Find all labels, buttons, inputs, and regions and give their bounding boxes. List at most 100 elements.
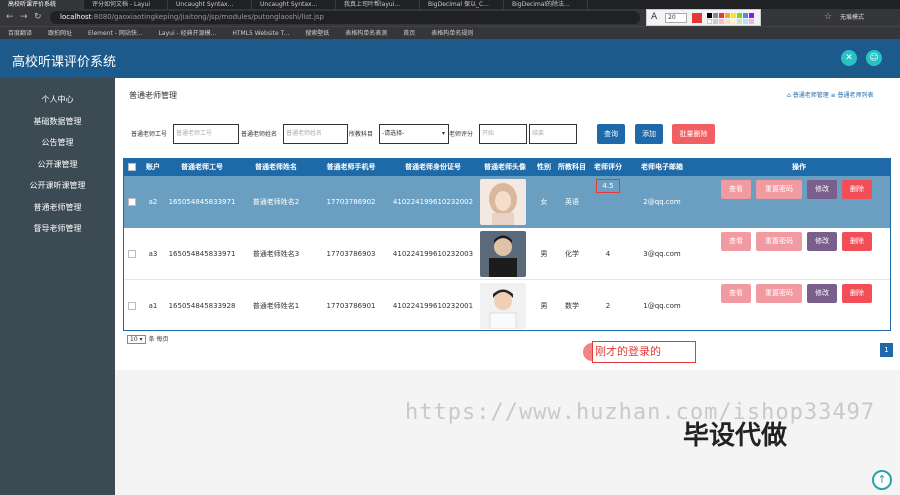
cell-subject: 英语: [565, 198, 579, 206]
bookmark[interactable]: 表格构单名表测: [345, 27, 387, 39]
cell-teacher-name: 普通老师姓名1: [252, 302, 300, 310]
swatch[interactable]: [749, 19, 754, 24]
reset-password-button[interactable]: 重置密码: [756, 232, 802, 251]
cell-score: 2: [605, 302, 611, 310]
swatch[interactable]: [743, 13, 748, 18]
cell-teacher-name: 普通老师姓名3: [252, 250, 300, 258]
watermark-url: https://www.huzhan.com/ishop33497: [405, 400, 876, 425]
text-tool-icon[interactable]: A: [651, 12, 657, 22]
teacher-table: 账户 普通老师工号 普通老师姓名 普通老师手机号 普通老师身份证号 普通老师头像…: [123, 158, 891, 331]
user-icon[interactable]: ☺: [866, 50, 882, 66]
browser-tab[interactable]: 评分如何文档 - Layui: [84, 0, 168, 9]
browser-tab[interactable]: 高校听课评价系统: [0, 0, 84, 9]
swatch[interactable]: [707, 13, 712, 18]
swatch[interactable]: [707, 19, 712, 24]
add-button[interactable]: 添加: [635, 124, 663, 144]
table-row[interactable]: a2 165054845833971 普通老师姓名2 17703786902 4…: [124, 176, 890, 228]
bookmark[interactable]: Element - 网站快...: [88, 27, 143, 39]
swatch[interactable]: [737, 13, 742, 18]
bookmark[interactable]: 首页: [403, 27, 415, 39]
bookmark[interactable]: 表格构单名规则: [431, 27, 473, 39]
back-icon[interactable]: ←: [6, 12, 14, 22]
breadcrumb[interactable]: ⌂ 普通老师管理 ≡ 普通老师列表: [787, 90, 874, 99]
score-end-input[interactable]: 结束: [529, 124, 577, 144]
subject-select[interactable]: -请选择- ▾: [379, 124, 449, 144]
browser-tab[interactable]: 我真上司叶帮layui...: [336, 0, 420, 9]
swatch[interactable]: [725, 19, 730, 24]
swatch[interactable]: [713, 19, 718, 24]
edit-button[interactable]: 修改: [807, 284, 837, 303]
color-picker[interactable]: [692, 13, 702, 23]
sidebar-item-basic-data[interactable]: 基础数据管理: [0, 111, 115, 133]
table-row[interactable]: a3 165054845833971 普通老师姓名3 17703786903 4…: [124, 228, 890, 280]
reload-icon[interactable]: ↻: [34, 12, 42, 22]
bookmark[interactable]: Layui - 经典开源模...: [159, 27, 217, 39]
row-checkbox[interactable]: [128, 250, 136, 258]
swatch[interactable]: [719, 13, 724, 18]
bookmark[interactable]: 跟拍网址: [48, 27, 72, 39]
batch-delete-button[interactable]: 批量删除: [672, 124, 715, 144]
bookmark[interactable]: 搜索壁纸: [305, 27, 329, 39]
cell-score: 4: [605, 250, 611, 258]
back-to-top-icon[interactable]: ↑: [872, 470, 892, 490]
table-header: 账户 普通老师工号 普通老师姓名 普通老师手机号 普通老师身份证号 普通老师头像…: [124, 159, 890, 176]
view-button[interactable]: 查看: [721, 180, 751, 199]
browser-tab[interactable]: Uncaught Syntax...: [168, 0, 252, 9]
sidebar-item-profile[interactable]: 个人中心: [0, 89, 115, 111]
sidebar: 个人中心 基础数据管理 公告管理 公开课管理 公开课听课管理 普通老师管理 督导…: [0, 78, 115, 495]
reset-password-button[interactable]: 重置密码: [756, 180, 802, 199]
browser-tab[interactable]: BigDecimal的除法...: [504, 0, 588, 9]
swatch[interactable]: [713, 13, 718, 18]
swatch[interactable]: [737, 19, 742, 24]
cell-idcard: 410224199610232002: [392, 198, 474, 206]
star-icon[interactable]: ☆: [824, 12, 832, 22]
bookmark[interactable]: HTML5 Website T...: [232, 27, 289, 39]
address-bar[interactable]: localhost:8080/gaoxiaotingkeping/jiaiton…: [50, 11, 640, 24]
delete-button[interactable]: 删除: [842, 232, 872, 251]
swatch[interactable]: [719, 19, 724, 24]
swatch[interactable]: [743, 19, 748, 24]
select-all-checkbox[interactable]: [128, 163, 136, 171]
swatch[interactable]: [725, 13, 730, 18]
sidebar-item-open-class[interactable]: 公开课管理: [0, 154, 115, 176]
forward-icon[interactable]: →: [20, 12, 28, 22]
subject-value: -请选择-: [382, 130, 405, 137]
bookmark[interactable]: 百度翻译: [8, 27, 32, 39]
row-checkbox[interactable]: [128, 302, 136, 310]
delete-button[interactable]: 删除: [842, 284, 872, 303]
column-header: 所教科目: [558, 163, 586, 171]
edit-button[interactable]: 修改: [807, 232, 837, 251]
score-start-input[interactable]: 开始: [479, 124, 527, 144]
view-button[interactable]: 查看: [721, 284, 751, 303]
annotation-text-box[interactable]: 刚才的登录的: [592, 341, 696, 363]
app-header: 高校听课评价系统 ✕ ☺: [0, 39, 900, 78]
annotation-toolbar[interactable]: A 20: [646, 9, 761, 26]
cell-idcard: 410224199610232003: [392, 250, 474, 258]
cell-phone: 17703786903: [326, 250, 376, 258]
reset-password-button[interactable]: 重置密码: [756, 284, 802, 303]
sidebar-item-open-class-listen[interactable]: 公开课听课管理: [0, 175, 115, 197]
swatch[interactable]: [731, 13, 736, 18]
teacher-name-input[interactable]: 普通老师姓名: [283, 124, 348, 144]
page-size-select[interactable]: 10 ▾: [127, 335, 146, 344]
search-button[interactable]: 查询: [597, 124, 625, 144]
profile-label[interactable]: 无痕模式: [840, 12, 864, 21]
font-size-field[interactable]: 20: [665, 13, 687, 23]
cell-gender: 男: [540, 302, 548, 310]
delete-button[interactable]: 删除: [842, 180, 872, 199]
teacher-id-input[interactable]: 普通老师工号: [173, 124, 239, 144]
view-button[interactable]: 查看: [721, 232, 751, 251]
table-row[interactable]: a1 165054845833928 普通老师姓名1 17703786901 4…: [124, 280, 890, 332]
row-checkbox[interactable]: [128, 198, 136, 206]
swatch[interactable]: [749, 13, 754, 18]
close-icon[interactable]: ✕: [841, 50, 857, 66]
sidebar-item-teacher[interactable]: 普通老师管理: [0, 197, 115, 219]
browser-tab[interactable]: BigDecimal 保以_C...: [420, 0, 504, 9]
browser-tab[interactable]: Uncaught Syntax...: [252, 0, 336, 9]
page-number-button[interactable]: 1: [880, 343, 893, 357]
cell-subject: 化学: [565, 250, 579, 258]
edit-button[interactable]: 修改: [807, 180, 837, 199]
sidebar-item-supervisor[interactable]: 督导老师管理: [0, 218, 115, 240]
sidebar-item-notice[interactable]: 公告管理: [0, 132, 115, 154]
swatch[interactable]: [731, 19, 736, 24]
